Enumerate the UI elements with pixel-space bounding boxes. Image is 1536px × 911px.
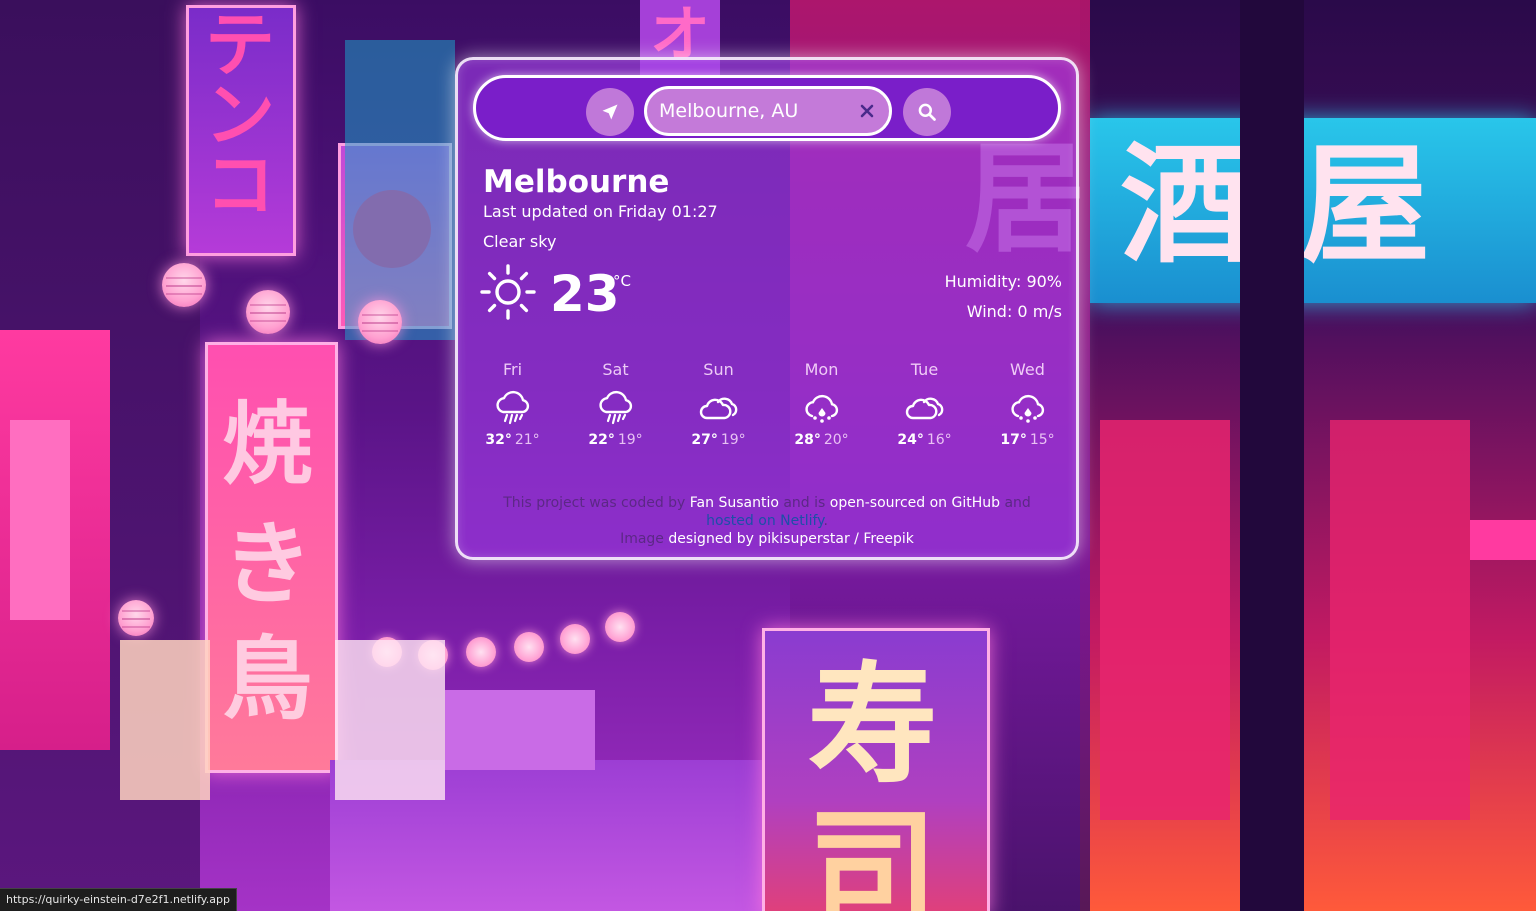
forecast-day-name: Wed [1010,360,1045,379]
current-temperature: 23 [550,265,620,323]
clouds-icon [699,397,737,420]
credits-text: . [823,513,828,529]
netlify-link[interactable]: Netlify [780,513,823,529]
forecast-low: 19° [617,432,643,448]
forecast-day-name: Sat [602,360,629,379]
forecast-high: 22° [588,432,615,448]
city-search-input[interactable] [659,89,849,133]
forecast-day: Tue 24° 16° [873,358,976,448]
search-bar [473,75,1061,141]
forecast-day: Sun 27° 19° [667,358,770,448]
clear-search-button[interactable] [857,101,877,121]
forecast-day-name: Fri [502,360,523,379]
forecast-day-name: Mon [804,360,839,379]
last-updated-text: Last updated on Friday 01:27 [483,202,718,221]
sign-kanji-5: き [222,512,313,617]
temperature-unit: °C [613,272,631,290]
humidity-text: Humidity: 90% [944,272,1062,291]
weather-card: Melbourne Last updated on Friday 01:27 C… [455,57,1079,560]
credits-footer: This project was coded by Fan Susantio a… [472,494,1062,548]
navigation-arrow-icon [602,104,618,120]
netlify-prefix-text[interactable]: hosted on [706,513,780,529]
sun-icon [480,264,536,320]
wind-text: Wind: 0 m/s [966,302,1062,321]
credits-text: This project was coded by [503,495,690,511]
city-name: Melbourne [483,164,670,200]
image-credit-link[interactable]: designed by pikisuperstar / Freepik [668,531,914,547]
search-field [644,86,892,136]
credits-text: and is [778,495,830,511]
forecast-low: 16° [926,432,952,448]
sign-kanji-11: 司 [807,794,938,911]
forecast-day: Mon 28° 20° [770,358,873,448]
sign-kanji-2: ン [205,74,275,156]
hail-cloud-icon [804,394,838,423]
forecast-high: 17° [1000,432,1027,448]
forecast-day: Fri 32° 21° [461,358,564,448]
sign-kanji-1: テ [205,4,275,86]
current-location-button[interactable] [586,88,634,136]
forecast-day: Wed 17° 15° [976,358,1079,448]
close-icon [860,104,874,118]
forecast-low: 19° [720,432,746,448]
forecast-high: 27° [691,432,718,448]
sign-kanji-4: 焼 [222,392,313,497]
rain-cloud-icon [495,390,529,425]
weather-condition: Clear sky [483,232,557,251]
magnifier-icon [918,103,936,121]
forecast-high: 32° [485,432,512,448]
github-link[interactable]: open-sourced on GitHub [830,495,1000,511]
credits-text: Image [620,531,669,547]
forecast-day: Sat 22° 19° [564,358,667,448]
credits-text: and [1000,495,1031,511]
sign-kanji-6: 鳥 [222,627,313,732]
forecast-day-name: Sun [703,360,734,379]
forecast-day-name: Tue [910,360,939,379]
hail-cloud-icon [1010,394,1044,423]
forecast-low: 15° [1029,432,1055,448]
rain-cloud-icon [598,390,632,425]
forecast-high: 28° [794,432,821,448]
status-bar-url: https://quirky-einstein-d7e2f1.netlify.a… [0,888,237,911]
forecast-list: Fri 32° 21° Sat 22° 19° Sun 27° 19° Mon … [458,358,1076,458]
author-link[interactable]: Fan Susantio [690,495,779,511]
sign-kanji-10: 寿 [807,649,938,801]
clouds-icon [905,397,943,420]
forecast-high: 24° [897,432,924,448]
forecast-low: 20° [823,432,849,448]
sign-kanji-12: オ [650,0,710,70]
search-button[interactable] [903,88,951,136]
sign-kanji-3: コ [205,144,275,226]
forecast-low: 21° [514,432,540,448]
sign-kanji-9: 屋 [1300,129,1431,281]
sign-kanji-8: 酒 [1120,129,1251,281]
